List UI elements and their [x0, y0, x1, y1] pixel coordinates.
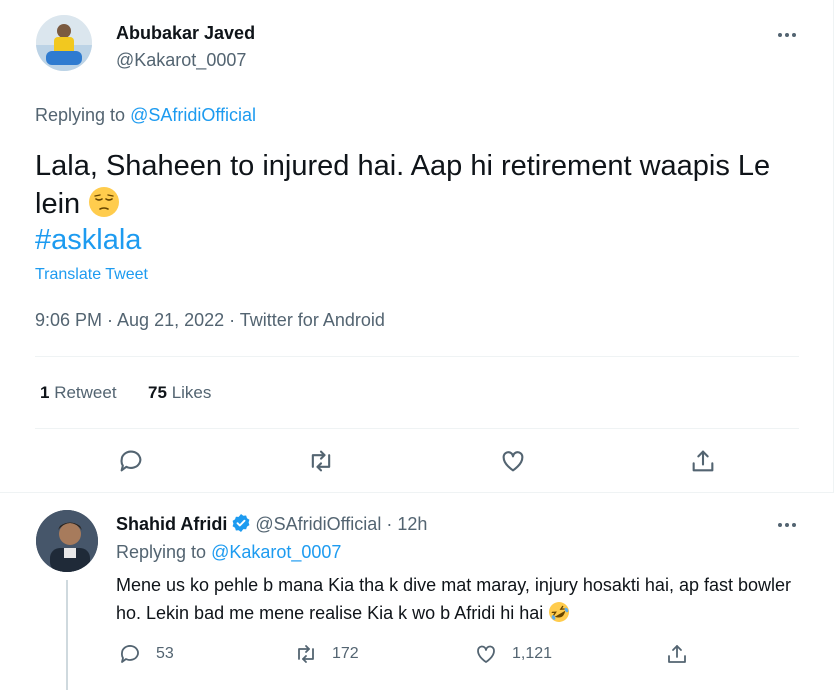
reply-time[interactable]: · 12h: [386, 514, 427, 534]
reply-replying-to-line: Replying to @Kakarot_0007: [116, 542, 341, 563]
hashtag-link[interactable]: #asklala: [35, 224, 141, 257]
reply-icon[interactable]: [117, 447, 145, 475]
reply-icon: [120, 645, 139, 663]
reply-count: 53: [156, 645, 174, 662]
reply-author-avatar[interactable]: [36, 510, 98, 572]
reply-like-button[interactable]: 1,121: [474, 641, 552, 667]
reply-header: Shahid Afridi @SAfridiOfficial · 12h: [116, 513, 427, 535]
more-options-icon[interactable]: [774, 28, 800, 42]
reply-reply-button[interactable]: 53: [118, 641, 174, 667]
retweet-icon: [298, 645, 314, 663]
pensive-face-icon: [88, 186, 120, 218]
like-count: 1,121: [512, 645, 553, 662]
like-icon: [477, 645, 495, 663]
retweet-stat[interactable]: 1 Retweet: [40, 383, 117, 402]
retweet-icon[interactable]: [307, 447, 335, 475]
replying-to-line: Replying to @SAfridiOfficial: [35, 105, 256, 126]
thread-line: [66, 580, 68, 690]
tweet-body: Lala, Shaheen to injured hai. Aap hi ret…: [35, 150, 771, 220]
more-options-icon[interactable]: [774, 518, 800, 532]
reply-author-handle[interactable]: @SAfridiOfficial: [255, 514, 381, 534]
translate-tweet-link[interactable]: Translate Tweet: [35, 266, 148, 284]
divider: [35, 356, 799, 357]
reply-author-name[interactable]: Shahid Afridi: [116, 514, 227, 534]
rolling-on-floor-laughing-icon: [548, 601, 570, 623]
share-icon[interactable]: [689, 447, 717, 475]
replying-to-link[interactable]: @SAfridiOfficial: [130, 105, 256, 125]
reply-text: Mene us ko pehle b mana Kia tha k dive m…: [116, 571, 796, 627]
replying-prefix: Replying to: [35, 105, 126, 125]
separator: [0, 492, 834, 493]
reply-retweet-button[interactable]: 172: [294, 641, 359, 667]
author-handle[interactable]: @Kakarot_0007: [116, 50, 246, 71]
tweet-text: Lala, Shaheen to injured hai. Aap hi ret…: [35, 147, 805, 223]
reply-body: Mene us ko pehle b mana Kia tha k dive m…: [116, 575, 792, 623]
like-stat[interactable]: 75 Likes: [148, 383, 211, 402]
main-tweet: Abubakar Javed @Kakarot_0007 Replying to…: [0, 0, 834, 492]
retweet-count: 172: [332, 645, 359, 662]
like-icon[interactable]: [499, 447, 527, 475]
tweet-stats: 1 Retweet 75 Likes: [40, 383, 211, 403]
author-avatar[interactable]: [36, 15, 92, 71]
divider: [35, 428, 799, 429]
reply-share-button[interactable]: [665, 641, 703, 667]
tweet-timestamp[interactable]: 9:06 PM · Aug 21, 2022 · Twitter for And…: [35, 310, 385, 331]
share-icon: [668, 645, 686, 663]
replying-to-link[interactable]: @Kakarot_0007: [211, 542, 341, 562]
verified-badge-icon: [231, 513, 251, 533]
author-name[interactable]: Abubakar Javed: [116, 23, 255, 44]
replying-prefix: Replying to: [116, 542, 207, 562]
